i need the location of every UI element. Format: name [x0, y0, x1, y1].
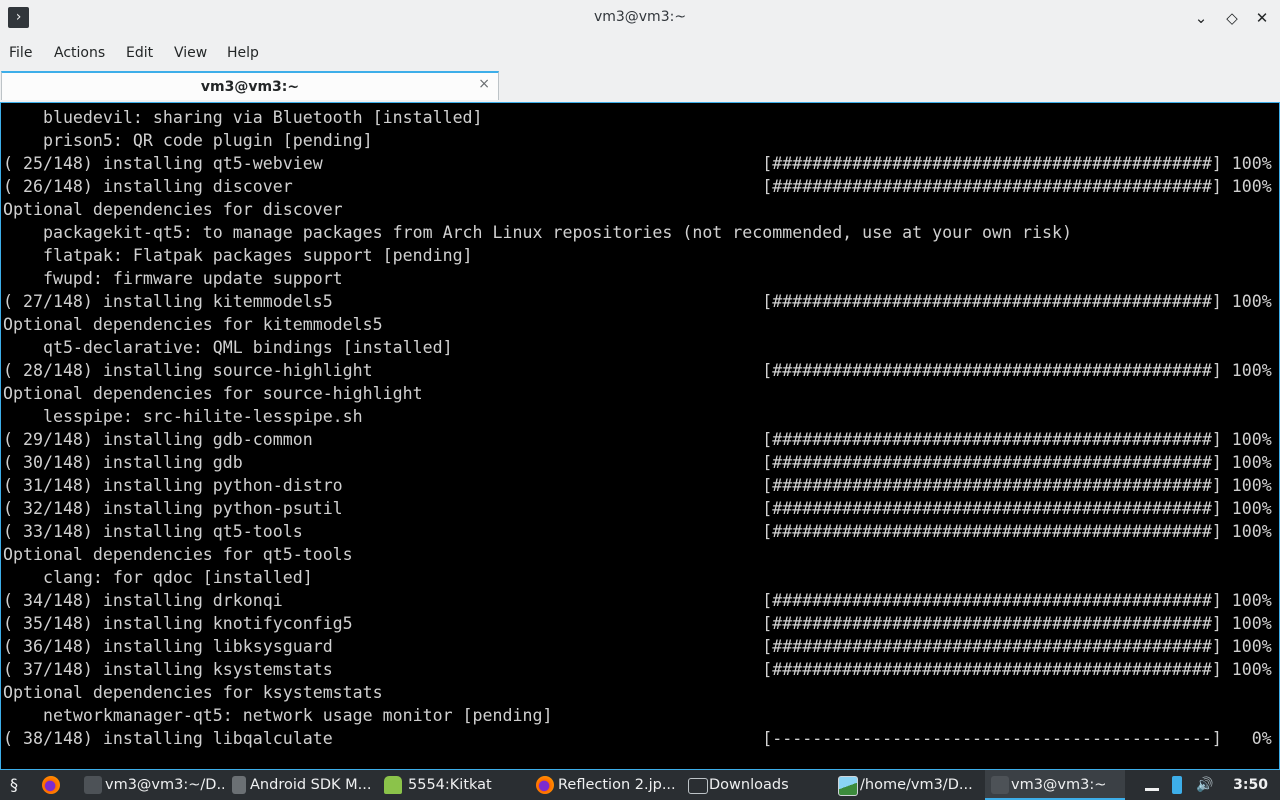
terminal-line: ( 32/148) installing python-psutil [####…: [3, 499, 1272, 518]
notifications-icon[interactable]: [1145, 778, 1159, 791]
terminal-line: Optional dependencies for kitemmodels5: [3, 315, 383, 334]
menu-help[interactable]: Help: [227, 45, 259, 61]
taskbar-item-terminal-active[interactable]: vm3@vm3:~: [985, 770, 1125, 800]
maximize-button[interactable]: ◇: [1222, 8, 1242, 28]
terminal-line: qt5-declarative: QML bindings [installed…: [3, 338, 453, 357]
terminal-line: ( 29/148) installing gdb-common [#######…: [3, 430, 1272, 449]
folder-icon: [688, 778, 708, 794]
terminal-line: ( 25/148) installing qt5-webview [######…: [3, 154, 1272, 173]
taskbar-item-emulator[interactable]: 5554:Kitkat: [380, 770, 528, 800]
tab-close-icon[interactable]: ×: [478, 76, 490, 92]
terminal-line: ( 34/148) installing drkonqi [##########…: [3, 591, 1272, 610]
title-bar: › vm3@vm3:~ ⌄ ◇ ✕: [0, 0, 1280, 36]
terminal-icon: [84, 776, 102, 794]
terminal-line: ( 33/148) installing qt5-tools [########…: [3, 522, 1272, 541]
terminal-line: Optional dependencies for discover: [3, 200, 343, 219]
tab-title: vm3@vm3:~: [200, 79, 300, 95]
taskbar-item-label: vm3@vm3:~: [1011, 777, 1107, 793]
taskbar-item-label: Reflection 2.jp...: [558, 777, 676, 793]
terminal-icon: [991, 776, 1009, 794]
terminal-line: clang: for qdoc [installed]: [3, 568, 313, 587]
terminal-line: Optional dependencies for source-highlig…: [3, 384, 423, 403]
terminal-line: ( 38/148) installing libqalculate [-----…: [3, 729, 1272, 748]
android-icon: [384, 776, 402, 794]
volume-icon[interactable]: 🔊: [1196, 776, 1213, 794]
taskbar-item-label: /home/vm3/D...: [860, 777, 973, 793]
terminal-line: packagekit-qt5: to manage packages from …: [3, 223, 1072, 242]
terminal-line: ( 26/148) installing discover [#########…: [3, 177, 1272, 196]
taskbar-item-terminal-downloads[interactable]: vm3@vm3:~/D...: [78, 770, 224, 800]
removable-device-icon[interactable]: [1172, 776, 1182, 794]
taskbar-item-image-viewer[interactable]: /home/vm3/D...: [834, 770, 982, 800]
terminal-line: fwupd: firmware update support: [3, 269, 343, 288]
terminal-line: flatpak: Flatpak packages support [pendi…: [3, 246, 473, 265]
tab-terminal[interactable]: vm3@vm3:~ ×: [1, 71, 499, 100]
clock[interactable]: 3:50: [1233, 770, 1268, 800]
taskbar-item-firefox[interactable]: Reflection 2.jp...: [532, 770, 680, 800]
menu-view[interactable]: View: [174, 45, 207, 61]
close-button[interactable]: ✕: [1252, 8, 1272, 28]
terminal-line: Optional dependencies for qt5-tools: [3, 545, 353, 564]
menu-file[interactable]: File: [9, 45, 32, 61]
firefox-icon[interactable]: [42, 776, 60, 794]
terminal-line: bluedevil: sharing via Bluetooth [instal…: [3, 108, 483, 127]
terminal-line: networkmanager-qt5: network usage monito…: [3, 706, 553, 725]
menu-actions[interactable]: Actions: [54, 45, 105, 61]
terminal-line: ( 35/148) installing knotifyconfig5 [###…: [3, 614, 1272, 633]
download-icon: [232, 776, 246, 794]
taskbar-item-label: Android SDK M...: [250, 777, 372, 793]
terminal-line: ( 31/148) installing python-distro [####…: [3, 476, 1272, 495]
taskbar-item-label: vm3@vm3:~/D...: [105, 777, 224, 793]
terminal-line: ( 30/148) installing gdb [##############…: [3, 453, 1272, 472]
menu-bar: File Actions Edit View Help: [0, 40, 1280, 66]
terminal-line: ( 28/148) installing source-highlight [#…: [3, 361, 1272, 380]
taskbar-item-downloads[interactable]: Downloads: [684, 770, 832, 800]
minimize-button[interactable]: ⌄: [1191, 8, 1211, 28]
taskbar-item-android-sdk[interactable]: Android SDK M...: [228, 770, 376, 800]
terminal-output: bluedevil: sharing via Bluetooth [instal…: [3, 106, 1272, 750]
window-title: vm3@vm3:~: [593, 9, 687, 25]
launcher-icon[interactable]: §: [5, 776, 23, 794]
terminal-view[interactable]: bluedevil: sharing via Bluetooth [instal…: [0, 102, 1280, 770]
tab-bar: vm3@vm3:~ ×: [0, 70, 1280, 102]
menu-edit[interactable]: Edit: [126, 45, 153, 61]
terminal-line: ( 36/148) installing libksysguard [#####…: [3, 637, 1272, 656]
terminal-line: prison5: QR code plugin [pending]: [3, 131, 373, 150]
taskbar-item-label: 5554:Kitkat: [408, 777, 492, 793]
terminal-line: ( 37/148) installing ksystemstats [#####…: [3, 660, 1272, 679]
terminal-line: lesspipe: src-hilite-lesspipe.sh: [3, 407, 363, 426]
image-viewer-icon: [838, 776, 858, 796]
firefox-icon: [536, 776, 554, 794]
terminal-line: ( 27/148) installing kitemmodels5 [#####…: [3, 292, 1272, 311]
terminal-line: Optional dependencies for ksystemstats: [3, 683, 383, 702]
taskbar: § vm3@vm3:~/D... Android SDK M... 5554:K…: [0, 770, 1280, 800]
taskbar-item-label: Downloads: [709, 777, 789, 793]
